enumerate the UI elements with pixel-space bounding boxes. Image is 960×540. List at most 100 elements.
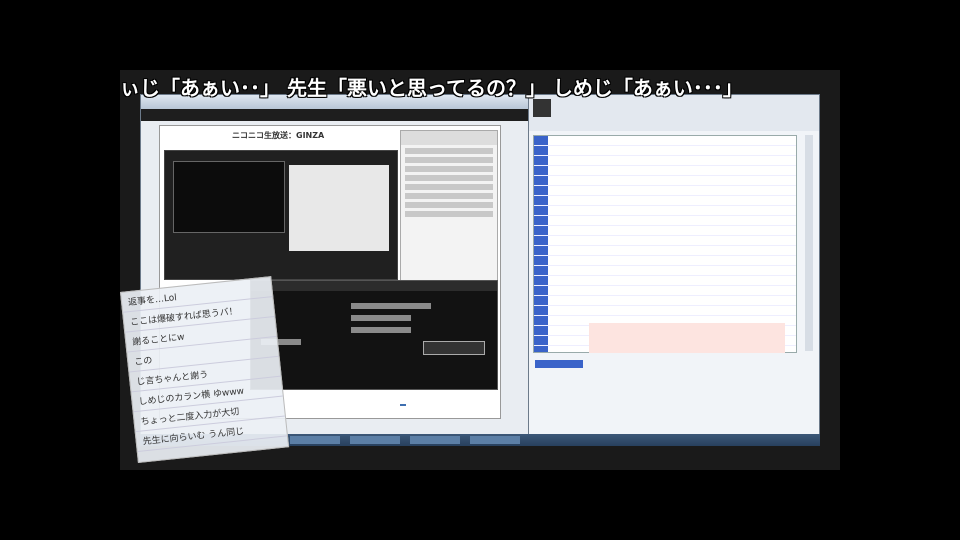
row-id: [548, 236, 574, 245]
viewer-header: [529, 95, 819, 131]
row-text: [574, 236, 796, 245]
table-row[interactable]: [534, 166, 796, 176]
row-no: [534, 276, 548, 285]
row-id: [548, 156, 574, 165]
table-row[interactable]: [534, 296, 796, 306]
table-row[interactable]: [534, 236, 796, 246]
row-id: [548, 146, 574, 155]
side-line: [405, 211, 493, 217]
row-no: [534, 166, 548, 175]
row-no: [534, 176, 548, 185]
taskbar-item[interactable]: [350, 436, 400, 444]
side-line: [405, 166, 493, 172]
send-button[interactable]: [535, 360, 583, 368]
comment-table[interactable]: [533, 135, 797, 353]
side-line: [405, 193, 493, 199]
table-row[interactable]: [534, 226, 796, 236]
row-no: [534, 326, 548, 335]
row-id: [548, 316, 574, 325]
control-field[interactable]: [351, 327, 411, 333]
taskbar-item[interactable]: [470, 436, 520, 444]
scrollbar[interactable]: [805, 135, 813, 351]
table-row[interactable]: [534, 276, 796, 286]
row-text: [574, 286, 796, 295]
row-no: [534, 256, 548, 265]
row-id: [548, 286, 574, 295]
browser-bookmark-bar[interactable]: [141, 109, 541, 121]
row-no: [534, 266, 548, 275]
row-no: [534, 216, 548, 225]
row-no: [534, 186, 548, 195]
control-field[interactable]: [351, 315, 411, 321]
row-id: [548, 276, 574, 285]
table-row[interactable]: [534, 136, 796, 146]
table-row[interactable]: [534, 266, 796, 276]
comment-input-area[interactable]: [589, 323, 785, 353]
control-field[interactable]: [351, 303, 431, 309]
table-row[interactable]: [534, 286, 796, 296]
page-button[interactable]: [400, 404, 406, 406]
table-row[interactable]: [534, 186, 796, 196]
row-id: [548, 186, 574, 195]
broadcast-control-panel: [250, 280, 498, 390]
row-text: [574, 186, 796, 195]
row-text: [574, 306, 796, 315]
row-no: [534, 146, 548, 155]
row-id: [548, 206, 574, 215]
control-box[interactable]: [423, 341, 485, 355]
table-row[interactable]: [534, 206, 796, 216]
row-text: [574, 196, 796, 205]
side-line: [405, 148, 493, 154]
control-tabs[interactable]: [251, 281, 497, 291]
table-row[interactable]: [534, 196, 796, 206]
side-line: [405, 157, 493, 163]
comment-viewer-window: [528, 94, 820, 436]
row-no: [534, 336, 548, 345]
table-row[interactable]: [534, 216, 796, 226]
row-text: [574, 166, 796, 175]
side-line: [405, 202, 493, 208]
row-no: [534, 226, 548, 235]
side-line: [405, 184, 493, 190]
row-no: [534, 346, 548, 352]
row-no: [534, 196, 548, 205]
row-no: [534, 316, 548, 325]
video-player[interactable]: [164, 150, 398, 280]
row-no: [534, 156, 548, 165]
row-text: [574, 256, 796, 265]
nico-logo[interactable]: ニコニコ生放送：GINZA: [232, 130, 324, 141]
row-text: [574, 156, 796, 165]
row-id: [548, 306, 574, 315]
row-no: [534, 306, 548, 315]
row-text: [574, 296, 796, 305]
table-row[interactable]: [534, 146, 796, 156]
side-panel-tabs[interactable]: [401, 131, 497, 145]
table-row[interactable]: [534, 246, 796, 256]
table-row[interactable]: [534, 256, 796, 266]
row-text: [574, 146, 796, 155]
row-text: [574, 216, 796, 225]
row-id: [548, 326, 574, 335]
avatar: [533, 99, 551, 117]
taskbar-item[interactable]: [290, 436, 340, 444]
table-row[interactable]: [534, 306, 796, 316]
table-row[interactable]: [534, 176, 796, 186]
row-no: [534, 206, 548, 215]
row-id: [548, 266, 574, 275]
row-text: [574, 276, 796, 285]
row-no: [534, 246, 548, 255]
row-id: [548, 296, 574, 305]
player-screen: [289, 165, 389, 251]
side-line: [405, 175, 493, 181]
row-id: [548, 176, 574, 185]
subtitle-comment: ぃじ「あぁい･･」 先生「悪いと思ってるの？」 しめじ「あぁい･･･」: [120, 76, 743, 100]
row-id: [548, 346, 574, 352]
row-no: [534, 136, 548, 145]
table-row[interactable]: [534, 156, 796, 166]
row-id: [548, 226, 574, 235]
row-text: [574, 266, 796, 275]
taskbar-item[interactable]: [410, 436, 460, 444]
row-id: [548, 216, 574, 225]
player-preview: [173, 161, 285, 233]
row-no: [534, 236, 548, 245]
